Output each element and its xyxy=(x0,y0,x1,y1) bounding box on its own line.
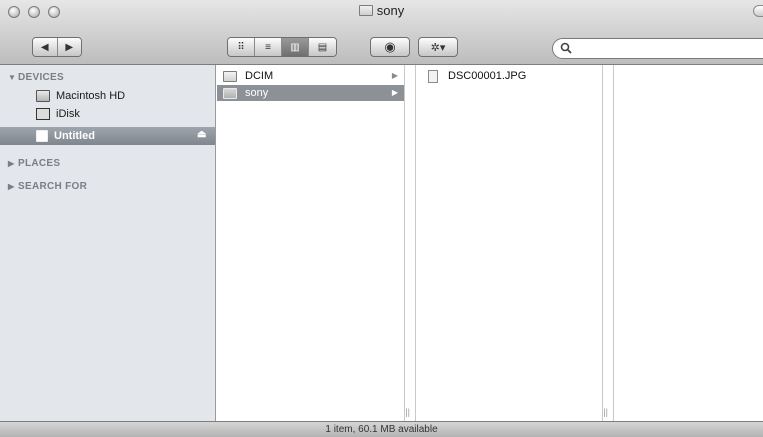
icon-view-icon: ⠿ xyxy=(237,41,245,53)
disclosure-expanded-icon: ▼ xyxy=(8,73,17,82)
item-name: DSC00001.JPG xyxy=(448,70,527,82)
eye-icon: ◉ xyxy=(384,39,396,54)
list-view-button[interactable]: ≡ xyxy=(255,38,282,56)
folder-icon xyxy=(223,70,237,82)
disclosure-arrow-icon: ▶ xyxy=(391,71,398,80)
column-view-button[interactable]: ▥ xyxy=(282,38,309,56)
gear-icon: ✲▾ xyxy=(430,41,446,54)
forward-arrow-icon: ▶ xyxy=(65,41,74,53)
sidebar-item-label: Macintosh HD xyxy=(56,90,126,102)
item-name: sony xyxy=(245,87,269,99)
toolbar-toggle-button[interactable] xyxy=(753,5,763,17)
sidebar-item-label: iDisk xyxy=(56,108,80,120)
sidebar-item-untitled[interactable]: Untitled ⏏ xyxy=(0,127,215,145)
sidebar-section-label: DEVICES xyxy=(18,72,65,83)
back-forward-control: ◀ ▶ xyxy=(32,37,82,57)
jpeg-file-icon xyxy=(428,69,438,83)
list-item-dcim[interactable]: DCIM ▶ xyxy=(217,68,404,84)
sidebar-section-search-for[interactable]: ▶ SEARCH FOR xyxy=(8,181,87,192)
back-arrow-icon: ◀ xyxy=(40,41,49,53)
browser-column-2: DSC00001.JPG || xyxy=(415,65,608,421)
sidebar-section-label: PLACES xyxy=(18,158,61,169)
browser-column-3 xyxy=(613,65,763,421)
sidebar: ▼ DEVICES Macintosh HD iDisk Untitled ⏏ ▶… xyxy=(0,65,216,421)
eject-icon[interactable]: ⏏ xyxy=(197,129,207,140)
search-icon xyxy=(560,42,572,54)
folder-icon xyxy=(223,87,237,99)
back-button[interactable]: ◀ xyxy=(33,38,58,56)
disclosure-collapsed-icon: ▶ xyxy=(8,159,15,168)
quick-look-button[interactable]: ◉ xyxy=(370,37,410,57)
column-view-icon: ▥ xyxy=(290,41,300,53)
cover-flow-icon: ▤ xyxy=(317,41,328,53)
browser-column-1: DCIM ▶ sony ▶ || xyxy=(217,65,410,421)
window-title: sony xyxy=(0,0,763,22)
action-menu-button[interactable]: ✲▾ xyxy=(418,37,458,57)
toolbar: sony ◀ ▶ ⠿ ≡ ▥ ▤ ◉ ✲▾ xyxy=(0,0,763,65)
volume-icon xyxy=(36,130,48,142)
column-resize-handle[interactable]: || xyxy=(603,407,608,417)
status-text: 1 item, 60.1 MB available xyxy=(325,424,438,435)
view-mode-control: ⠿ ≡ ▥ ▤ xyxy=(227,37,337,57)
list-item-sony[interactable]: sony ▶ xyxy=(217,85,404,101)
disclosure-collapsed-icon: ▶ xyxy=(8,182,15,191)
disclosure-arrow-icon: ▶ xyxy=(391,88,398,97)
column-resize-handle[interactable]: || xyxy=(405,407,410,417)
forward-button[interactable]: ▶ xyxy=(57,38,81,56)
sidebar-section-devices[interactable]: ▼ DEVICES xyxy=(8,72,64,83)
sidebar-item-macintosh-hd[interactable]: Macintosh HD xyxy=(0,87,215,105)
idisk-icon xyxy=(36,108,50,120)
hard-drive-icon xyxy=(36,90,50,102)
search-field[interactable] xyxy=(552,38,763,59)
list-item-dsc00001[interactable]: DSC00001.JPG xyxy=(416,68,602,84)
window-title-text: sony xyxy=(376,3,405,18)
status-bar: 1 item, 60.1 MB available xyxy=(0,421,763,437)
sidebar-item-label: Untitled xyxy=(54,130,95,142)
finder-window: sony ◀ ▶ ⠿ ≡ ▥ ▤ ◉ ✲▾ ▼ DEVICES Macintos… xyxy=(0,0,763,437)
cover-flow-view-button[interactable]: ▤ xyxy=(309,38,336,56)
folder-icon xyxy=(358,5,373,16)
sidebar-section-label: SEARCH FOR xyxy=(18,181,88,192)
item-name: DCIM xyxy=(245,70,274,82)
list-view-icon: ≡ xyxy=(265,41,271,53)
icon-view-button[interactable]: ⠿ xyxy=(228,38,255,56)
sidebar-section-places[interactable]: ▶ PLACES xyxy=(8,158,60,169)
sidebar-item-idisk[interactable]: iDisk xyxy=(0,105,215,123)
search-input[interactable] xyxy=(577,41,763,58)
